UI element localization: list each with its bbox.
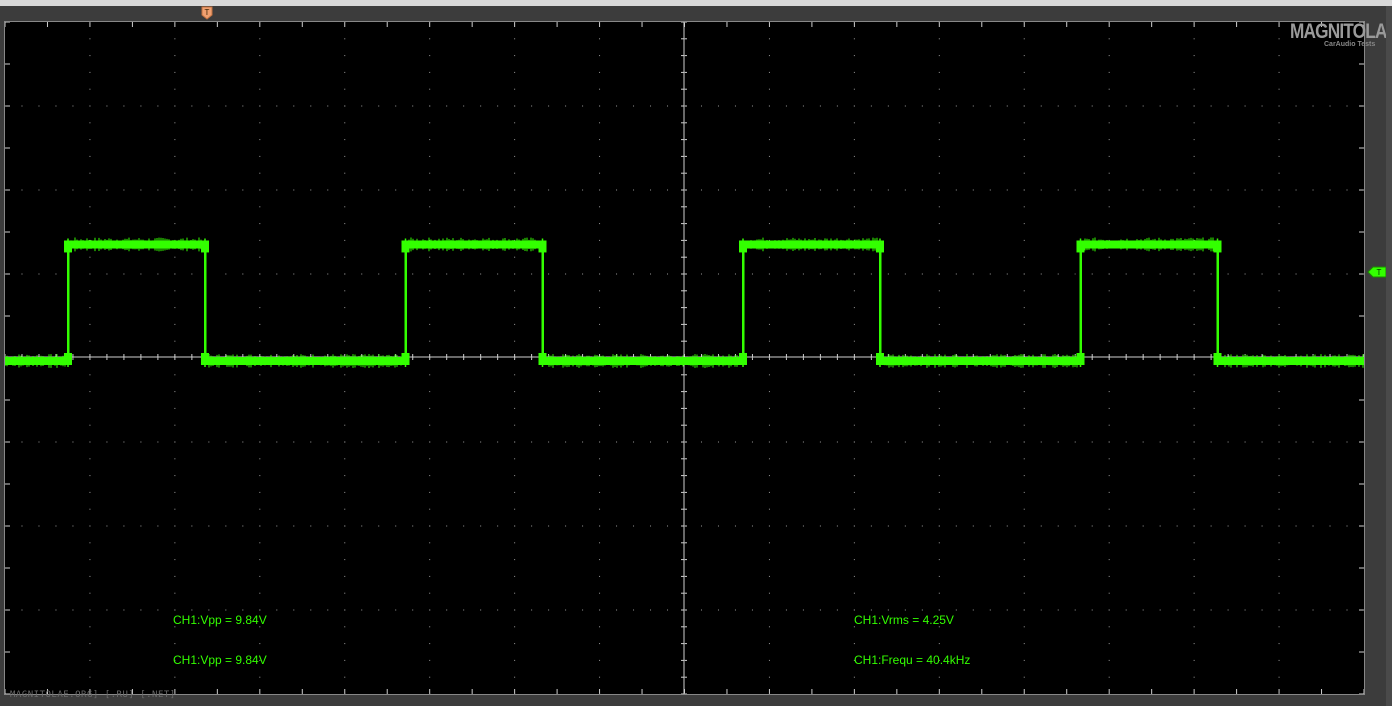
measurement-vrms: CH1:Vrms = 4.25V [854,613,954,627]
watermark-text: MAGNITOLAE.ORG] [.RU] [.NET] [10,690,176,700]
trigger-position-icon: T [201,6,213,20]
trigger-position-label: T [205,8,210,17]
scope-display [5,22,1364,694]
oscilloscope-window: T CH1:Vpp = 9.84V CH1:Vpp = 9.84V CH1:Vr… [0,0,1392,706]
measurement-vpp-2: CH1:Vpp = 9.84V [173,653,267,667]
vertical-scrollbar[interactable] [1386,6,1392,706]
logo-tagline: CarAudio Tests [1324,41,1376,48]
trigger-level-marker[interactable]: T [1367,265,1387,278]
channel-1-trace [5,237,1364,368]
scope-screen: CH1:Vpp = 9.84V CH1:Vpp = 9.84V CH1:Vrms… [4,21,1365,695]
trigger-level-icon: T [1367,266,1387,278]
measurement-frequency: CH1:Frequ = 40.4kHz [854,653,971,667]
measurement-vpp-1: CH1:Vpp = 9.84V [173,613,267,627]
trigger-position-marker[interactable]: T [201,6,213,20]
trigger-level-label: T [1377,268,1382,277]
magnitola-logo: MAGNITOLA CarAudio Tests [1290,20,1387,50]
